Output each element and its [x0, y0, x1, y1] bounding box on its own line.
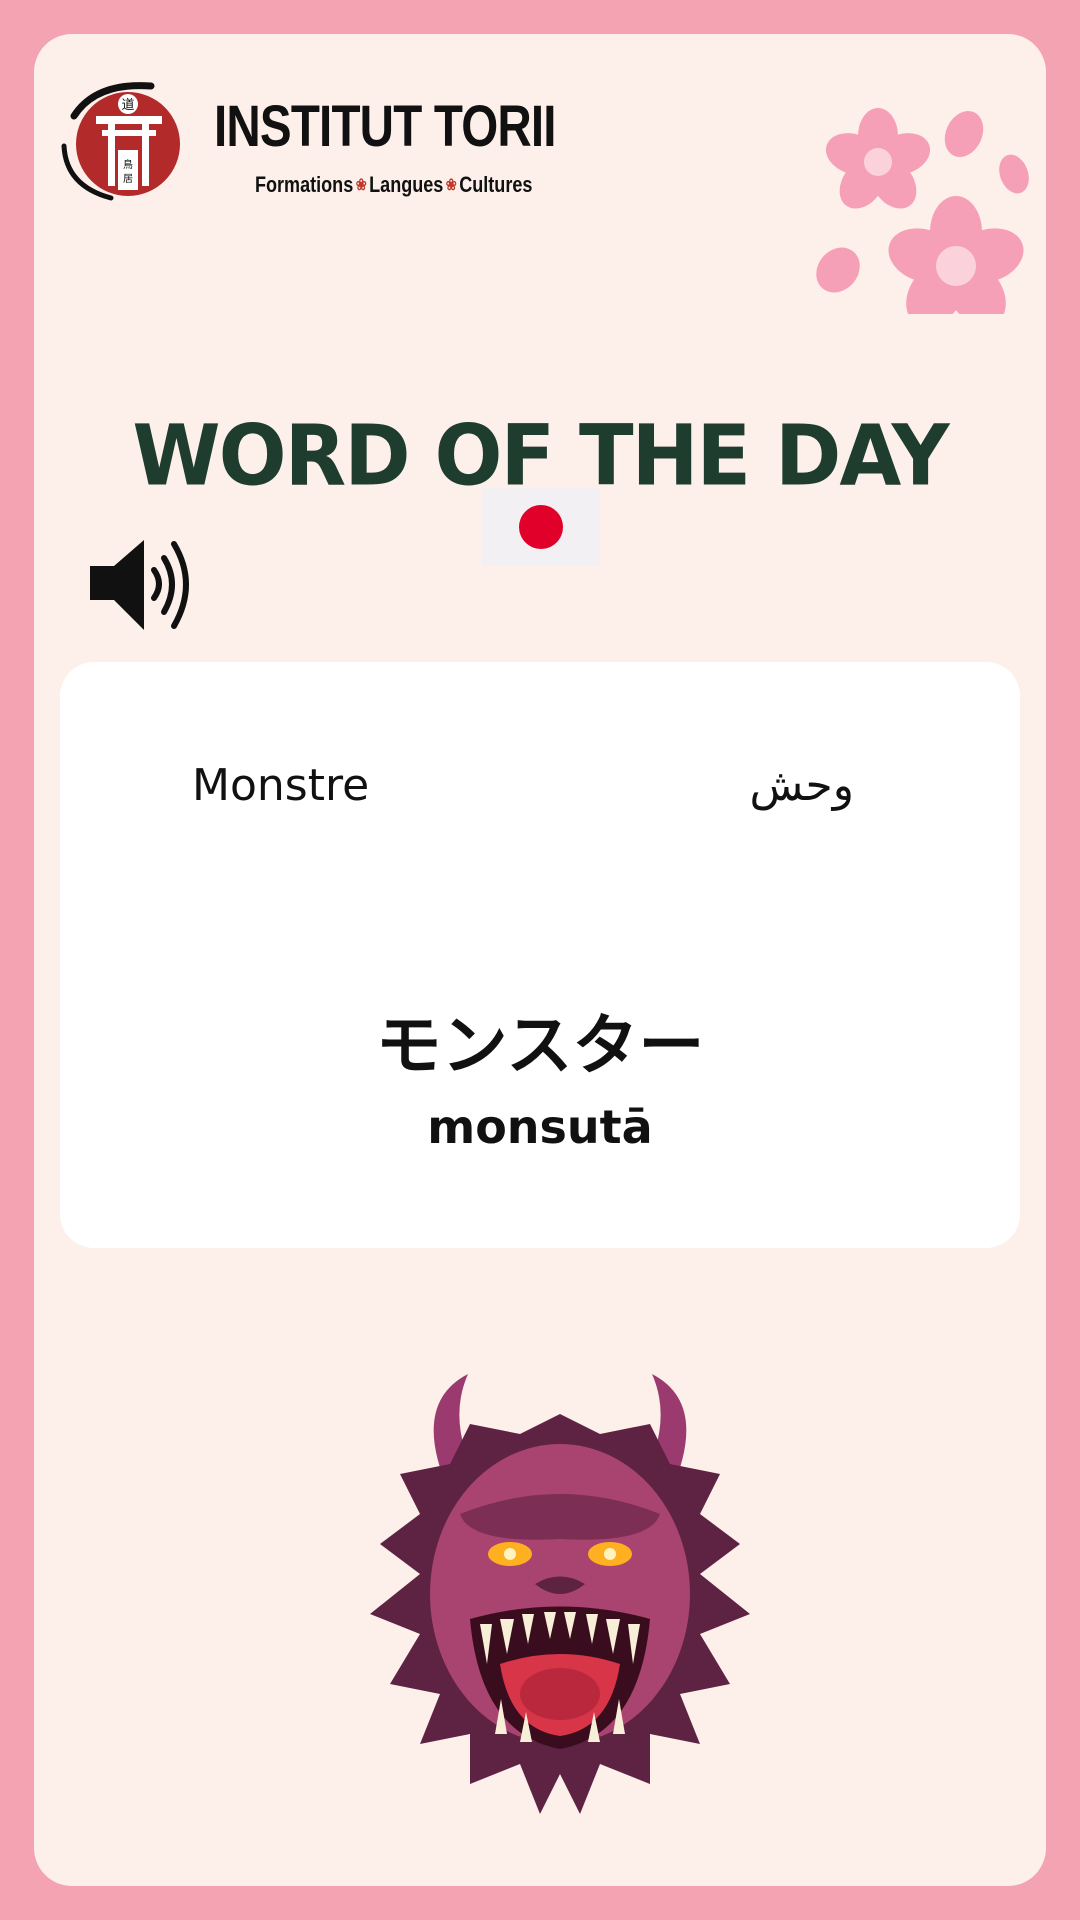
flag-sun-disc — [519, 505, 563, 549]
tagline-item: Langues — [369, 172, 444, 197]
brand-tagline: Formations ❀ Langues ❀ Cultures — [255, 172, 532, 198]
tagline-item: Formations — [255, 172, 354, 197]
japan-flag-icon — [482, 488, 600, 566]
cherry-blossom-decoration-icon — [816, 108, 1029, 314]
page-title: WORD OF THE DAY — [132, 406, 949, 505]
svg-text:道: 道 — [121, 98, 134, 113]
japanese-word: モンスター — [375, 1007, 705, 1084]
monster-illustration — [370, 1374, 750, 1814]
word-card: 道 鳥 居 INSTITUT TORII Formations ❀ Langue… — [34, 34, 1046, 1886]
brand-name: INSTITUT TORII — [214, 94, 557, 159]
page-frame: 道 鳥 居 INSTITUT TORII Formations ❀ Langue… — [0, 0, 1080, 1920]
arabic-translation: وحش — [749, 760, 854, 811]
french-translation: Monstre — [192, 760, 370, 811]
word-panel: Monstre وحش モンスター monsutā — [60, 662, 1020, 1248]
flower-separator-icon: ❀ — [445, 177, 457, 194]
romaji-reading: monsutā — [427, 1100, 653, 1154]
svg-text:鳥: 鳥 — [123, 158, 133, 171]
torii-seal-icon: 道 鳥 居 — [61, 82, 180, 201]
flower-separator-icon: ❀ — [355, 177, 367, 194]
svg-text:居: 居 — [123, 173, 133, 185]
speaker-icon[interactable] — [84, 530, 194, 640]
institut-torii-logo: 道 鳥 居 INSTITUT TORII Formations ❀ Langue… — [56, 76, 557, 206]
tagline-item: Cultures — [459, 172, 533, 197]
